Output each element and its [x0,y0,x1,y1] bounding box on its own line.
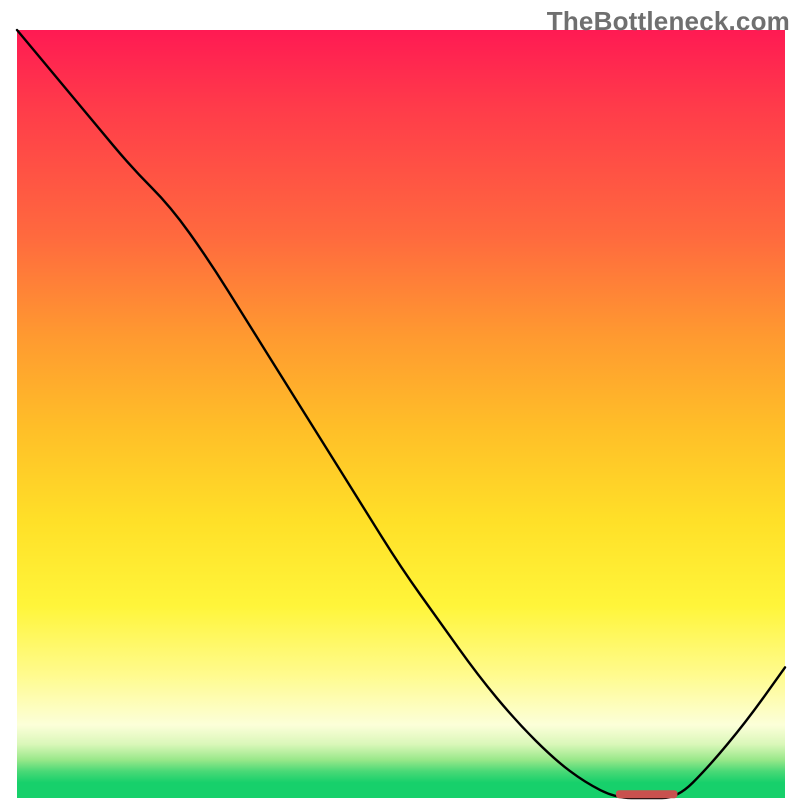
plot-area [17,30,785,798]
valley-marker [616,790,677,798]
curve-path [17,30,785,798]
bottleneck-curve [17,30,785,798]
watermark-label: TheBottleneck.com [547,6,790,37]
chart-frame: TheBottleneck.com [0,0,800,800]
